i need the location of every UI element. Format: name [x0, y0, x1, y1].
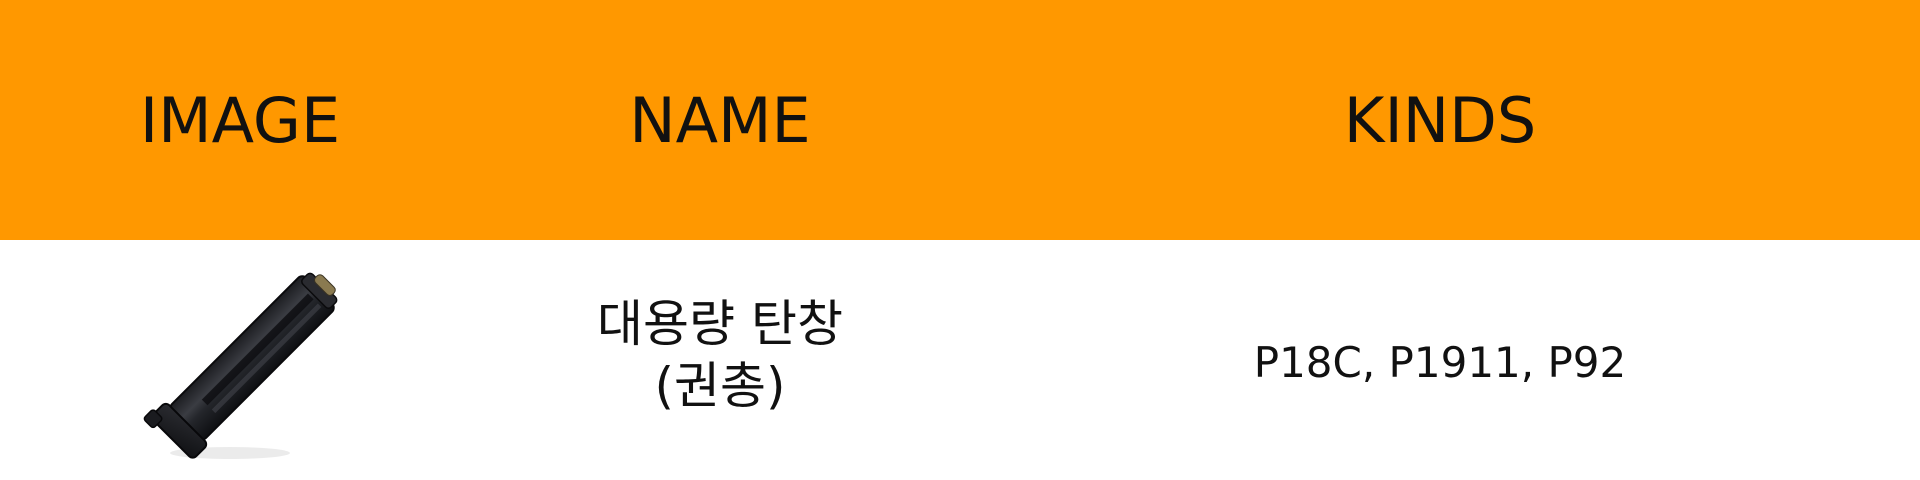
item-name-line2: (권총) [654, 357, 786, 415]
pistol-magazine-icon [135, 265, 355, 465]
item-table: IMAGE NAME KINDS 대용량 탄창 (권총) P18C, P1911… [0, 0, 1920, 480]
header-name: NAME [629, 83, 811, 157]
item-kinds: P18C, P1911, P92 [1253, 337, 1627, 387]
table-row: 대용량 탄창 (권총) P18C, P1911, P92 [0, 240, 1920, 480]
table-header-row: IMAGE NAME KINDS [0, 0, 1920, 240]
item-image-cell [0, 240, 480, 480]
item-name-cell: 대용량 탄창 (권총) [480, 240, 960, 480]
item-name-line1: 대용량 탄창 [597, 295, 843, 353]
header-kinds: KINDS [1343, 83, 1537, 157]
header-image: IMAGE [139, 83, 341, 157]
item-name: 대용량 탄창 (권총) [597, 293, 843, 417]
item-kinds-cell: P18C, P1911, P92 [960, 240, 1920, 480]
